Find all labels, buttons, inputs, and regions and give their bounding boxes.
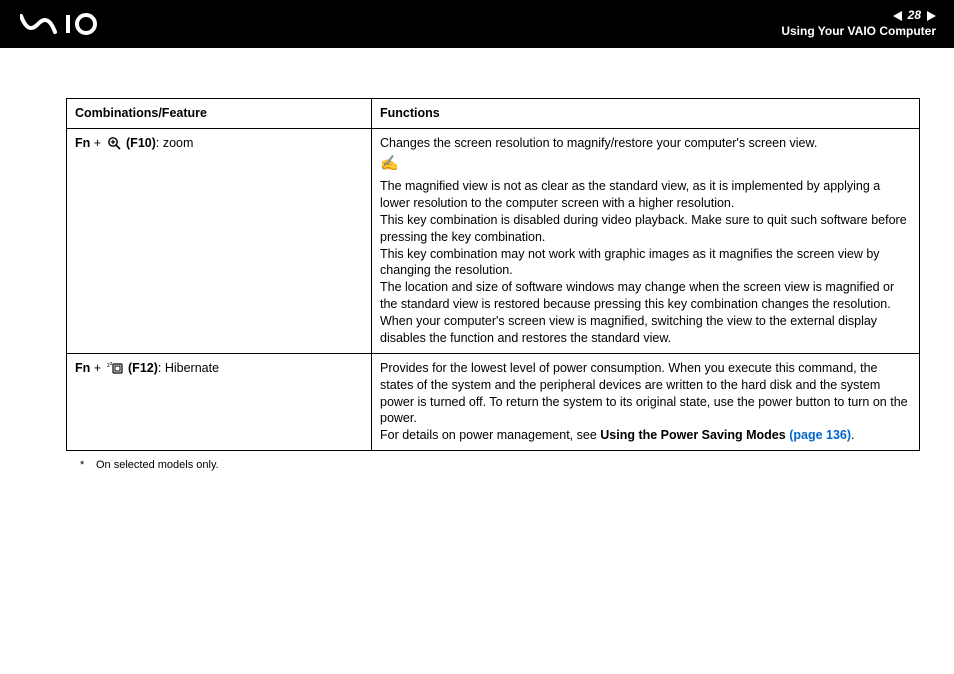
note-line: When your computer's screen view is magn… (380, 313, 911, 347)
note-block: The magnified view is not as clear as th… (380, 178, 911, 347)
zoom-icon (107, 136, 121, 155)
feature-suffix: : Hibernate (158, 361, 219, 375)
col-header-feature: Combinations/Feature (67, 99, 372, 129)
details-prefix: For details on power management, see (380, 428, 600, 442)
fn-label: Fn (75, 136, 90, 150)
page-link[interactable]: (page 136) (789, 428, 851, 442)
note-line: The magnified view is not as clear as th… (380, 178, 911, 212)
header-nav: 28 Using Your VAIO Computer (781, 8, 936, 39)
feature-suffix: : zoom (156, 136, 194, 150)
plus: + (90, 361, 104, 375)
details-line: For details on power management, see Usi… (380, 427, 911, 444)
note-line: This key combination is disabled during … (380, 212, 911, 246)
details-link-label: Using the Power Saving Modes (600, 428, 785, 442)
section-title: Using Your VAIO Computer (781, 24, 936, 40)
key-label: (F10) (126, 136, 156, 150)
key-label: (F12) (128, 361, 158, 375)
footnote-marker: * (80, 459, 96, 471)
note-icon: ✍ (380, 154, 911, 174)
function-text: Provides for the lowest level of power c… (380, 360, 911, 428)
header-bar: 28 Using Your VAIO Computer (0, 0, 954, 48)
function-intro: Changes the screen resolution to magnify… (380, 135, 911, 152)
footnote: *On selected models only. (66, 459, 920, 471)
prev-page-arrow-icon[interactable] (893, 11, 902, 21)
function-cell: Provides for the lowest level of power c… (372, 353, 920, 450)
note-line: This key combination may not work with g… (380, 246, 911, 280)
footnote-text: On selected models only. (96, 459, 219, 471)
hibernate-icon: zz (107, 361, 123, 380)
feature-cell: Fn + zz (F12): Hibernate (67, 353, 372, 450)
next-page-arrow-icon[interactable] (927, 11, 936, 21)
table-row: Fn + (F10): zoom Changes the screen reso… (67, 128, 920, 353)
function-cell: Changes the screen resolution to magnify… (372, 128, 920, 353)
plus: + (90, 136, 104, 150)
feature-cell: Fn + (F10): zoom (67, 128, 372, 353)
vaio-logo (20, 13, 130, 35)
note-line: The location and size of software window… (380, 279, 911, 313)
table-row: Fn + zz (F12): Hibernate Provides for th… (67, 353, 920, 450)
period: . (851, 428, 854, 442)
fn-label: Fn (75, 361, 90, 375)
col-header-functions: Functions (372, 99, 920, 129)
combinations-table: Combinations/Feature Functions Fn + (F10… (66, 98, 920, 451)
page-content: Combinations/Feature Functions Fn + (F10… (0, 48, 954, 491)
page-number: 28 (908, 8, 921, 24)
